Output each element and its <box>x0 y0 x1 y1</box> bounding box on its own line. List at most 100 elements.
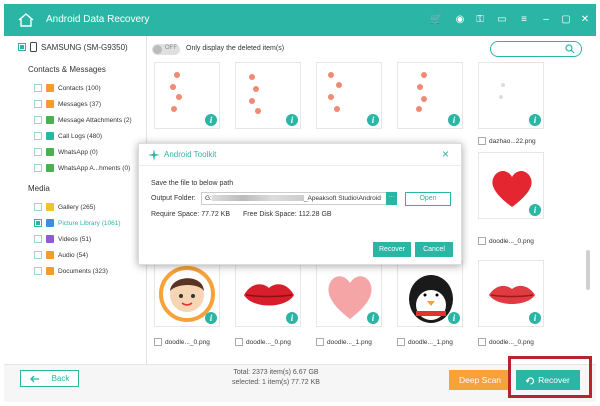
thumbnail-card[interactable]: i <box>316 260 382 327</box>
scrollbar[interactable] <box>586 250 590 290</box>
thumbnail-card[interactable]: i <box>316 62 382 129</box>
deleted-only-toggle[interactable]: OFF <box>152 44 180 55</box>
thumbnail-checkbox[interactable] <box>478 237 486 245</box>
thumbnail-checkbox[interactable] <box>316 338 324 346</box>
sidebar-item-gallery[interactable]: Gallery (265) <box>34 203 96 211</box>
thumbnail-card[interactable]: i <box>478 152 544 219</box>
total-count: Total: 2373 item(s) 6.67 GB <box>233 369 319 376</box>
thumbnail-card[interactable]: i <box>154 260 220 327</box>
info-icon[interactable]: i <box>448 312 460 324</box>
sidebar-item-call-logs[interactable]: Call Logs (480) <box>34 132 102 140</box>
thumbnail-label[interactable]: doodle..._1.png <box>316 338 372 346</box>
info-icon[interactable]: i <box>529 114 541 126</box>
info-icon[interactable]: i <box>448 114 460 126</box>
messages-icon <box>46 100 54 108</box>
open-button[interactable]: Open <box>405 192 451 206</box>
browse-button[interactable]: ··· <box>386 192 397 205</box>
recover-button[interactable]: Recover <box>516 370 580 390</box>
sidebar-item-documents[interactable]: Documents (323) <box>34 267 108 275</box>
thumbnail-label[interactable]: dazhao...22.png <box>478 137 536 145</box>
key-icon[interactable]: ⚿ <box>474 14 486 26</box>
attachment-icon <box>46 116 54 124</box>
category-contacts-messages: Contacts & Messages <box>28 65 106 74</box>
info-icon[interactable]: i <box>529 312 541 324</box>
thumbnail-label[interactable]: doodle..._1.png <box>397 338 453 346</box>
toggle-state: OFF <box>165 45 177 51</box>
recover-icon <box>526 376 535 385</box>
whatsapp-attachment-icon <box>46 164 54 172</box>
blurred-path <box>211 195 304 202</box>
thumbnail-card[interactable]: i <box>478 260 544 327</box>
thumbnail-card[interactable]: i <box>154 62 220 129</box>
save-path-text: Save the file to below path <box>151 180 234 187</box>
video-icon <box>46 235 54 243</box>
thumbnail-card[interactable]: i <box>478 62 544 129</box>
feedback-icon[interactable]: ▭ <box>496 14 508 26</box>
info-icon[interactable]: i <box>367 114 379 126</box>
dialog-close-icon[interactable]: × <box>442 148 449 160</box>
thumbnail-checkbox[interactable] <box>478 137 486 145</box>
android-toolkit-dialog: Android Toolkit × Save the file to below… <box>138 143 462 265</box>
thumbnail-card[interactable]: i <box>397 62 463 129</box>
thumbnail-checkbox[interactable] <box>397 338 405 346</box>
sidebar-item-videos[interactable]: Videos (51) <box>34 235 91 243</box>
contacts-icon <box>46 84 54 92</box>
close-icon[interactable]: ✕ <box>579 14 591 26</box>
audio-icon <box>46 251 54 259</box>
home-icon[interactable] <box>18 13 34 27</box>
device-name: SAMSUNG (SM-G9350) <box>41 42 128 52</box>
whatsapp-icon <box>46 148 54 156</box>
info-icon[interactable]: i <box>286 312 298 324</box>
device-checkbox[interactable] <box>18 43 26 51</box>
thumbnail-card[interactable]: i <box>235 62 301 129</box>
info-icon[interactable]: i <box>529 204 541 216</box>
info-icon[interactable]: i <box>286 114 298 126</box>
app-title: Android Data Recovery <box>46 14 150 25</box>
dialog-title: Android Toolkit <box>164 150 217 159</box>
output-folder-field[interactable]: G: _Apeaksoft Studio\Android <box>201 192 397 205</box>
dialog-header: Android Toolkit × <box>139 144 461 166</box>
thumbnail-label[interactable]: doodle..._0.png <box>154 338 210 346</box>
documents-icon <box>46 267 54 275</box>
selected-count: selected: 1 item(s) 77.72 KB <box>232 379 320 386</box>
sidebar-item-message-attachments[interactable]: Message Attachments (2) <box>34 116 132 124</box>
thumbnail-checkbox[interactable] <box>235 338 243 346</box>
gallery-icon <box>46 203 54 211</box>
maximize-icon[interactable]: ▢ <box>560 14 572 26</box>
sidebar-item-contacts[interactable]: Contacts (100) <box>34 84 101 92</box>
info-icon[interactable]: i <box>205 312 217 324</box>
require-space-text: Require Space: 77.72 KB <box>151 211 230 218</box>
device-row[interactable]: SAMSUNG (SM-G9350) <box>18 42 128 52</box>
output-folder-label: Output Folder: <box>151 195 196 202</box>
dialog-cancel-button[interactable]: Cancel <box>415 242 453 257</box>
minimize-icon[interactable]: – <box>540 14 552 26</box>
thumbnail-card[interactable]: i <box>397 260 463 327</box>
recover-label: Recover <box>538 375 570 385</box>
search-input[interactable] <box>490 41 582 57</box>
phone-icon <box>30 42 37 52</box>
wifi-icon[interactable]: ◉ <box>454 14 466 26</box>
phone-call-icon <box>46 132 54 140</box>
thumbnail-label[interactable]: doodle..._0.png <box>478 338 534 346</box>
sidebar-item-whatsapp-attachments[interactable]: WhatsApp A...hments (0) <box>34 164 130 172</box>
sidebar-item-messages[interactable]: Messages (37) <box>34 100 101 108</box>
info-icon[interactable]: i <box>205 114 217 126</box>
thumbnail-label[interactable]: doodle..._0.png <box>478 237 534 245</box>
thumbnail-card[interactable]: i <box>235 260 301 327</box>
deep-scan-button[interactable]: Deep Scan <box>449 370 511 390</box>
picture-icon <box>46 219 54 227</box>
thumbnail-label[interactable]: doodle..._0.png <box>235 338 291 346</box>
thumbnail-checkbox[interactable] <box>154 338 162 346</box>
cart-icon[interactable]: 🛒 <box>430 14 442 26</box>
info-icon[interactable]: i <box>367 312 379 324</box>
free-space-text: Free Disk Space: 112.28 GB <box>243 211 332 218</box>
thumbnail-checkbox[interactable] <box>478 338 486 346</box>
sidebar-item-picture-library[interactable]: Picture Library (1061) <box>34 219 121 227</box>
back-button[interactable]: Back <box>20 370 79 387</box>
menu-icon[interactable]: ≡ <box>518 14 530 26</box>
sidebar-item-whatsapp[interactable]: WhatsApp (0) <box>34 148 98 156</box>
dialog-recover-button[interactable]: Recover <box>373 242 411 257</box>
sidebar-item-audio[interactable]: Audio (54) <box>34 251 88 259</box>
category-media: Media <box>28 184 50 193</box>
back-arrow-icon <box>29 375 39 382</box>
